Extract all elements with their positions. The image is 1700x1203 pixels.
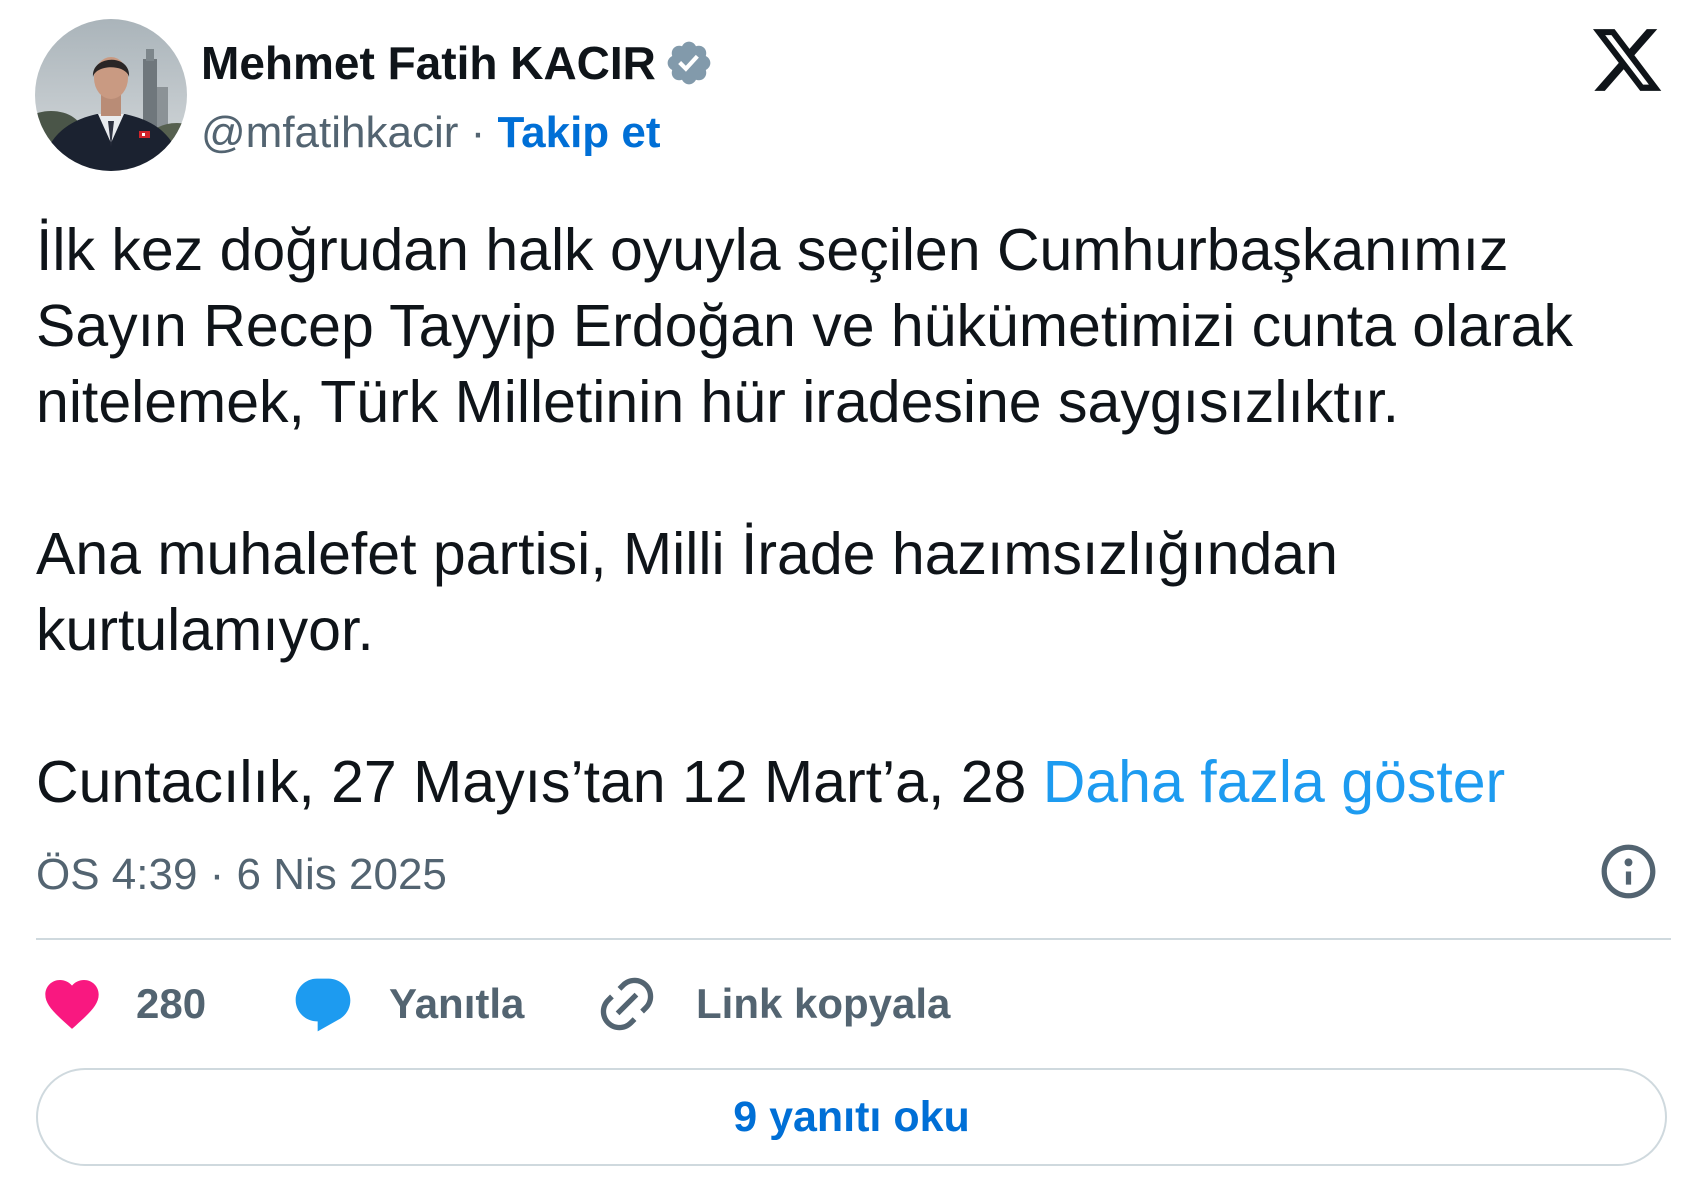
info-icon[interactable] bbox=[1597, 840, 1660, 903]
verified-badge-icon bbox=[667, 41, 711, 85]
heart-icon bbox=[45, 980, 99, 1029]
author-handle[interactable]: @mfatihkacir bbox=[201, 108, 458, 157]
link-icon bbox=[600, 977, 654, 1031]
speech-bubble-icon bbox=[295, 978, 351, 1032]
tweet-text: İlk kez doğrudan halk oyuyla seçilen Cum… bbox=[36, 212, 1666, 820]
truncated-text: Cuntacılık, 27 Mayıs’tan 12 Mart’a, 28 bbox=[36, 749, 1027, 815]
like-count: 280 bbox=[136, 980, 207, 1027]
divider bbox=[36, 938, 1671, 940]
read-replies-button[interactable]: 9 yanıtı oku bbox=[36, 1068, 1667, 1166]
x-logo-icon[interactable] bbox=[1589, 22, 1665, 98]
reply-button[interactable]: Yanıtla bbox=[291, 972, 524, 1036]
avatar-photo bbox=[35, 19, 187, 171]
tweet-paragraph: Ana muhalefet partisi, Milli İrade hazım… bbox=[36, 521, 1338, 663]
author-avatar[interactable] bbox=[35, 19, 187, 171]
handle-separator: · bbox=[470, 108, 486, 157]
follow-button[interactable]: Takip et bbox=[498, 108, 661, 157]
show-more-link[interactable]: Daha fazla göster bbox=[1043, 749, 1505, 815]
like-button[interactable]: 280 bbox=[40, 972, 206, 1036]
reply-label: Yanıtla bbox=[389, 980, 525, 1027]
tweet-paragraph: İlk kez doğrudan halk oyuyla seçilen Cum… bbox=[36, 217, 1573, 435]
author-name-row: Mehmet Fatih KACIR bbox=[201, 36, 714, 90]
copy-link-button[interactable]: Link kopyala bbox=[595, 972, 950, 1036]
copy-link-label: Link kopyala bbox=[696, 980, 951, 1027]
tweet-timestamp[interactable]: ÖS 4:39 · 6 Nis 2025 bbox=[36, 850, 447, 900]
tweet-paragraph-truncated: Cuntacılık, 27 Mayıs’tan 12 Mart’a, 28 D… bbox=[36, 744, 1666, 820]
author-name[interactable]: Mehmet Fatih KACIR bbox=[201, 36, 656, 90]
author-handle-row: @mfatihkacir · Takip et bbox=[201, 108, 661, 158]
